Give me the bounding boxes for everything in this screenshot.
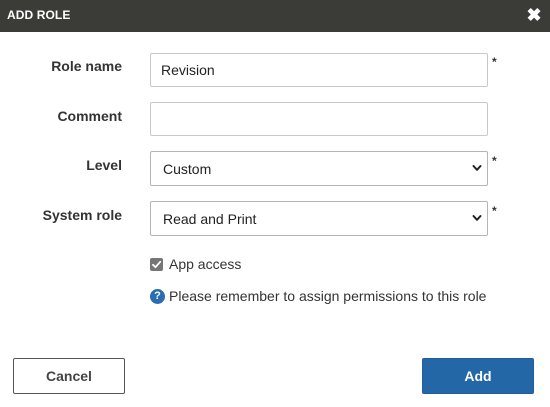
chevron-down-icon (472, 215, 482, 221)
checkmark-icon (152, 260, 162, 269)
comment-input[interactable] (150, 102, 488, 136)
permissions-hint: Please remember to assign permissions to… (169, 288, 487, 304)
chevron-down-icon (472, 165, 482, 171)
level-select[interactable]: Custom (150, 151, 488, 186)
dialog-title: ADD ROLE (7, 8, 71, 22)
add-role-dialog: ADD ROLE ✖ Role name * Comment Level Cus… (0, 0, 550, 407)
question-circle-icon: ? (150, 289, 165, 304)
system-role-label: System role (42, 207, 122, 223)
level-selected-value: Custom (163, 161, 212, 177)
role-name-input[interactable] (150, 53, 488, 87)
dialog-header: ADD ROLE ✖ (0, 0, 550, 32)
app-access-label[interactable]: App access (169, 256, 241, 272)
system-role-selected-value: Read and Print (163, 211, 257, 227)
required-marker: * (492, 55, 497, 69)
comment-label: Comment (57, 108, 122, 124)
close-icon[interactable]: ✖ (526, 5, 542, 25)
app-access-checkbox[interactable] (150, 258, 163, 271)
required-marker: * (492, 154, 497, 168)
level-label: Level (86, 157, 122, 173)
cancel-button[interactable]: Cancel (13, 358, 125, 394)
add-button[interactable]: Add (422, 358, 534, 394)
required-marker: * (492, 204, 497, 218)
role-name-label: Role name (51, 58, 122, 74)
system-role-select[interactable]: Read and Print (150, 201, 488, 236)
